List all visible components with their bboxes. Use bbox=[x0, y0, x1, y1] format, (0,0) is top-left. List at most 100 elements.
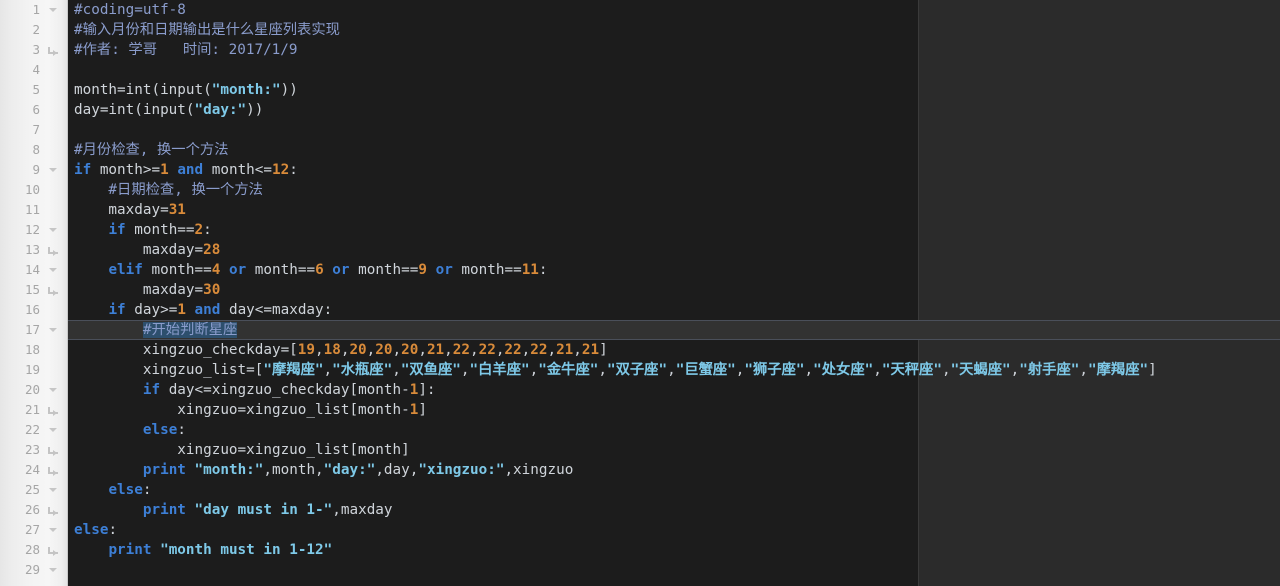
gutter-row: 10 bbox=[0, 180, 67, 200]
code-token-plain: , bbox=[392, 362, 401, 378]
chevron-down-icon[interactable] bbox=[42, 380, 66, 400]
code-token-plain: : bbox=[108, 522, 118, 538]
line-number: 11 bbox=[24, 202, 40, 217]
code-token-plain: maxday= bbox=[74, 202, 169, 218]
gutter-marker-empty bbox=[42, 140, 66, 160]
chevron-down-icon[interactable] bbox=[42, 320, 66, 340]
code-line[interactable] bbox=[68, 60, 1280, 80]
chevron-down-icon[interactable] bbox=[42, 260, 66, 280]
code-line[interactable]: #coding=utf-8 bbox=[68, 0, 1280, 20]
code-token-plain: , bbox=[598, 362, 607, 378]
code-token-plain: ,month, bbox=[263, 462, 324, 478]
editor-gutter[interactable]: 1 2 3 4 5 6 7 8 9 10 11 12 13 14 15 16 17 18 19 20 21 22 23 24 2… bbox=[0, 0, 68, 586]
chevron-down-icon[interactable] bbox=[42, 220, 66, 240]
code-token-number: 22 bbox=[452, 342, 470, 358]
code-line-active[interactable]: #开始判断星座 bbox=[68, 320, 1280, 340]
code-token-plain: )) bbox=[280, 82, 298, 98]
line-number: 27 bbox=[24, 522, 40, 537]
code-line[interactable]: else: bbox=[68, 480, 1280, 500]
chevron-down-icon[interactable] bbox=[42, 520, 66, 540]
code-token-plain: , bbox=[392, 342, 402, 358]
code-token-comment-selected: #开始判断星座 bbox=[142, 322, 238, 338]
code-token-plain: , bbox=[366, 342, 376, 358]
code-token-plain: ] bbox=[1148, 362, 1157, 378]
line-continuation-icon bbox=[42, 400, 66, 420]
chevron-down-icon[interactable] bbox=[42, 160, 66, 180]
code-line[interactable]: maxday=30 bbox=[68, 280, 1280, 300]
code-token-number: 31 bbox=[168, 202, 186, 218]
code-line[interactable]: if month>=1 and month<=12: bbox=[68, 160, 1280, 180]
code-token-keyword: if bbox=[142, 382, 161, 398]
code-token-keyword: if bbox=[108, 302, 126, 318]
gutter-row: 12 bbox=[0, 220, 67, 240]
code-token-string: "摩羯座" bbox=[263, 362, 324, 378]
code-line[interactable]: day=int(input("day:")) bbox=[68, 100, 1280, 120]
chevron-down-icon[interactable] bbox=[42, 560, 66, 580]
code-line[interactable]: xingzuo=xingzuo_list[month-1] bbox=[68, 400, 1280, 420]
line-number: 10 bbox=[24, 182, 40, 197]
code-token-plain: maxday= bbox=[74, 282, 204, 298]
code-token-number: 22 bbox=[530, 342, 548, 358]
gutter-row: 18 bbox=[0, 340, 67, 360]
code-token-plain: xingzuo_checkday=[ bbox=[74, 342, 298, 358]
code-token-keyword: elif bbox=[108, 262, 143, 278]
line-continuation-icon bbox=[42, 40, 66, 60]
code-line[interactable]: else: bbox=[68, 520, 1280, 540]
code-line[interactable]: maxday=28 bbox=[68, 240, 1280, 260]
code-token-number: 2 bbox=[194, 222, 204, 238]
gutter-marker-empty bbox=[42, 300, 66, 320]
code-line[interactable]: if day<=xingzuo_checkday[month-1]: bbox=[68, 380, 1280, 400]
code-line[interactable]: maxday=31 bbox=[68, 200, 1280, 220]
gutter-row: 14 bbox=[0, 260, 67, 280]
line-number: 20 bbox=[24, 382, 40, 397]
code-token-plain: ,maxday bbox=[332, 502, 393, 518]
code-line[interactable]: print "day must in 1-",maxday bbox=[68, 500, 1280, 520]
code-line[interactable]: #作者: 学哥 时间: 2017/1/9 bbox=[68, 40, 1280, 60]
code-token-plain: : bbox=[177, 422, 186, 438]
code-line[interactable] bbox=[68, 120, 1280, 140]
code-token-string: "month:" bbox=[194, 462, 264, 478]
code-line[interactable] bbox=[68, 560, 1280, 580]
code-line[interactable]: elif month==4 or month==6 or month==9 or… bbox=[68, 260, 1280, 280]
gutter-row: 3 bbox=[0, 40, 67, 60]
code-token-string: "双鱼座" bbox=[400, 362, 461, 378]
chevron-down-icon[interactable] bbox=[42, 420, 66, 440]
code-token-plain: , bbox=[547, 342, 557, 358]
line-number: 4 bbox=[32, 62, 40, 77]
code-line[interactable]: xingzuo=xingzuo_list[month] bbox=[68, 440, 1280, 460]
code-token-string: "天秤座" bbox=[881, 362, 942, 378]
code-token-keyword: and bbox=[177, 162, 204, 178]
editor-code-lines[interactable]: #coding=utf-8 #输入月份和日期输出是什么星座列表实现 #作者: 学哥 … bbox=[68, 0, 1280, 586]
code-line[interactable]: print "month must in 1-12" bbox=[68, 540, 1280, 560]
code-line[interactable]: month=int(input("month:")) bbox=[68, 80, 1280, 100]
code-line[interactable]: else: bbox=[68, 420, 1280, 440]
code-token-plain: ,day, bbox=[375, 462, 419, 478]
code-token-string: "摩羯座" bbox=[1088, 362, 1149, 378]
code-line[interactable]: xingzuo_list=["摩羯座","水瓶座","双鱼座","白羊座","金… bbox=[68, 360, 1280, 380]
gutter-row: 15 bbox=[0, 280, 67, 300]
code-token-plain: , bbox=[323, 362, 333, 378]
code-token-string: "狮子座" bbox=[744, 362, 805, 378]
code-line[interactable]: xingzuo_checkday=[19,18,20,20,20,21,22,2… bbox=[68, 340, 1280, 360]
code-line[interactable]: #输入月份和日期输出是什么星座列表实现 bbox=[68, 20, 1280, 40]
code-line[interactable]: if day>=1 and day<=maxday: bbox=[68, 300, 1280, 320]
code-line[interactable]: #月份检查, 换一个方法 bbox=[68, 140, 1280, 160]
gutter-row: 23 bbox=[0, 440, 67, 460]
gutter-row: 20 bbox=[0, 380, 67, 400]
code-line[interactable]: if month==2: bbox=[68, 220, 1280, 240]
line-number: 18 bbox=[24, 342, 40, 357]
line-number: 6 bbox=[32, 102, 40, 117]
gutter-row: 19 bbox=[0, 360, 67, 380]
code-token-plain: : bbox=[203, 222, 212, 238]
chevron-down-icon[interactable] bbox=[42, 0, 66, 20]
code-line[interactable]: print "month:",month,"day:",day,"xingzuo… bbox=[68, 460, 1280, 480]
editor-code-area[interactable]: #coding=utf-8 #输入月份和日期输出是什么星座列表实现 #作者: 学哥 … bbox=[68, 0, 1280, 586]
chevron-down-icon[interactable] bbox=[42, 480, 66, 500]
code-line[interactable]: #日期检查, 换一个方法 bbox=[68, 180, 1280, 200]
